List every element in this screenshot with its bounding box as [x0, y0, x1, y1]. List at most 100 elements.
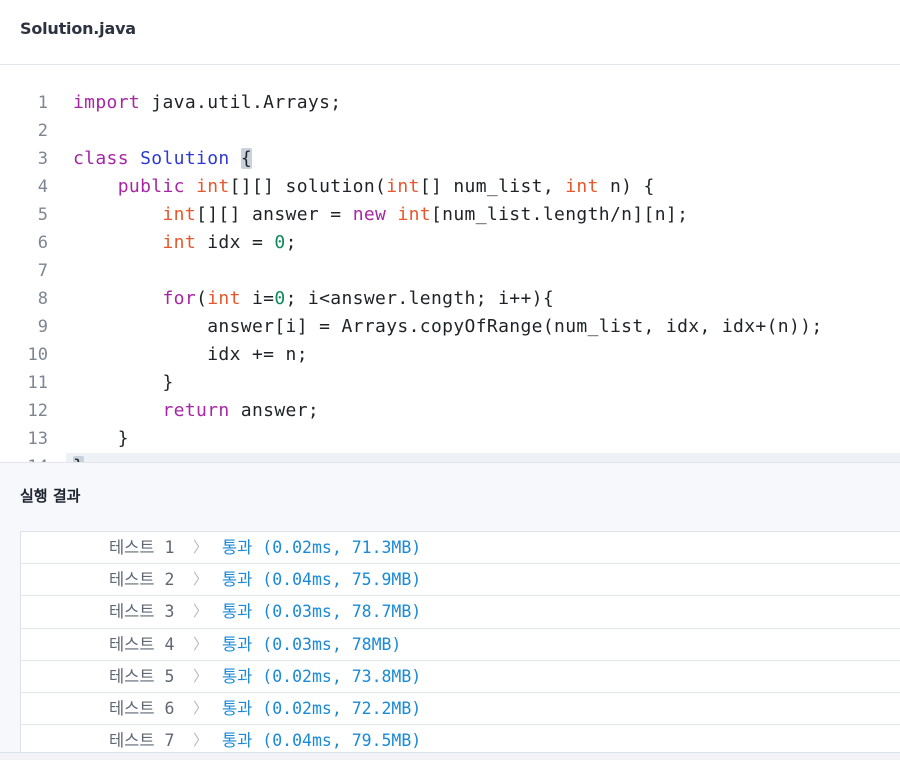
line-code[interactable]: class Solution { [73, 145, 252, 173]
chevron-right-icon: 〉 [193, 538, 209, 556]
line-code[interactable]: int idx = 0; [73, 229, 297, 257]
file-header: Solution.java [0, 0, 900, 65]
line-number: 4 [37, 177, 48, 197]
code-line[interactable]: 1 import java.util.Arrays; [0, 89, 900, 117]
code-token: [][] answer = [196, 204, 353, 225]
code-token: class [73, 148, 129, 169]
test-result-row: 테스트 4 〉 통과 (0.03ms, 78MB) [21, 629, 900, 661]
test-label: 테스트 2 [109, 570, 175, 590]
code-token: idx = [196, 232, 275, 253]
chevron-right-icon: 〉 [193, 698, 209, 717]
test-result-row: 테스트 6 〉 통과 (0.02ms, 72.2MB) [21, 693, 900, 726]
code-line[interactable]: 8 for(int i=0; i<answer.length; i++){ [0, 285, 900, 313]
code-token: [num_list.length/n][n]; [431, 204, 689, 225]
line-code[interactable]: return answer; [73, 397, 319, 425]
code-token: java.util.Arrays; [140, 92, 342, 113]
line-number: 9 [37, 317, 48, 337]
code-token: public [117, 176, 185, 197]
code-token: [] num_list, [419, 176, 566, 197]
line-code[interactable]: int[][] answer = new int[num_list.length… [73, 201, 688, 229]
line-number: 11 [27, 373, 48, 393]
code-line[interactable]: 7 [0, 257, 900, 285]
test-pass-result: 통과 (0.03ms, 78.7MB) [222, 602, 422, 622]
test-label: 테스트 5 [109, 666, 175, 686]
line-number: 3 [37, 149, 48, 169]
code-token: ; [285, 232, 297, 253]
line-code[interactable]: for(int i=0; i<answer.length; i++){ [73, 285, 554, 313]
test-pass-result: 통과 (0.02ms, 73.8MB) [222, 666, 422, 686]
code-line[interactable]: 11 } [0, 369, 900, 397]
result-panel: 실행 결과 테스트 1 〉 통과 (0.02ms, 71.3MB) 테스트 2 〉 통과 … [0, 462, 900, 760]
test-label: 테스트 1 [109, 538, 175, 557]
code-token: [][] solution( [229, 176, 387, 197]
code-token: new [352, 204, 387, 225]
line-number: 8 [37, 289, 48, 309]
code-token: int [565, 176, 599, 197]
code-token: answer[i] = Arrays.copyOfRange(num_list,… [73, 316, 823, 337]
line-number: 5 [37, 205, 48, 225]
code-token: Solution [140, 148, 230, 169]
code-line[interactable]: 5 int[][] answer = new int[num_list.leng… [0, 201, 900, 229]
code-token: 0 [274, 288, 286, 309]
line-code[interactable]: import java.util.Arrays; [73, 89, 342, 117]
test-result-row: 테스트 5 〉 통과 (0.02ms, 73.8MB) [21, 661, 900, 693]
test-result-row: 테스트 3 〉 통과 (0.03ms, 78.7MB) [21, 596, 900, 629]
line-code[interactable]: answer[i] = Arrays.copyOfRange(num_list,… [73, 313, 823, 341]
test-pass-result: 통과 (0.02ms, 71.3MB) [222, 538, 422, 557]
chevron-right-icon: 〉 [193, 666, 209, 685]
line-number: 10 [27, 345, 48, 365]
test-result-list: 테스트 1 〉 통과 (0.02ms, 71.3MB) 테스트 2 〉 통과 (0.04m… [20, 531, 900, 757]
code-token: 0 [274, 232, 286, 253]
code-line[interactable]: 10 idx += n; [0, 341, 900, 369]
code-token: n) { [598, 176, 655, 197]
code-line[interactable]: 2 [0, 117, 900, 145]
line-code[interactable]: } [73, 425, 129, 453]
code-token: int [397, 204, 431, 225]
code-token: int [386, 176, 420, 197]
code-token: for [162, 288, 197, 309]
code-line[interactable]: 13 } [0, 425, 900, 453]
code-token: int [162, 204, 197, 225]
test-pass-result: 통과 (0.04ms, 75.9MB) [222, 570, 422, 590]
test-result-row: 테스트 1 〉 통과 (0.02ms, 71.3MB) [21, 532, 900, 565]
chevron-right-icon: 〉 [193, 570, 209, 589]
code-token: idx += n; [73, 344, 308, 365]
test-pass-result: 통과 (0.03ms, 78MB) [222, 634, 402, 654]
file-name-tab[interactable]: Solution.java [20, 19, 136, 38]
code-line[interactable]: 4 public int[][] solution(int[] num_list… [0, 173, 900, 201]
test-label: 테스트 6 [109, 698, 175, 718]
matched-bracket: { [240, 148, 252, 169]
result-panel-title: 실행 결과 [20, 487, 81, 505]
code-token: i= [240, 288, 275, 309]
test-label: 테스트 3 [109, 602, 175, 622]
line-code[interactable]: public int[][] solution(int[] num_list, … [73, 173, 655, 201]
code-line[interactable]: 14} [0, 453, 900, 462]
line-number: 12 [27, 401, 48, 421]
test-result-row: 테스트 2 〉 통과 (0.04ms, 75.9MB) [21, 564, 900, 597]
line-code[interactable]: idx += n; [73, 341, 308, 369]
code-token: int [196, 176, 230, 197]
code-token: ; i<answer.length; i++){ [285, 288, 555, 309]
code-token: int [207, 288, 241, 309]
code-token: answer; [229, 400, 320, 421]
line-code[interactable]: } [73, 453, 85, 462]
line-number: 13 [27, 429, 48, 449]
code-editor[interactable]: 1 import java.util.Arrays; 2 3 class Solutio… [0, 66, 900, 462]
test-label: 테스트 4 [109, 634, 175, 654]
bottom-strip [0, 752, 900, 760]
chevron-right-icon: 〉 [193, 602, 209, 621]
code-line[interactable]: 9 answer[i] = Arrays.copyOfRange(num_lis… [0, 313, 900, 341]
code-lines[interactable]: 1 import java.util.Arrays; 2 3 class Solutio… [0, 89, 900, 462]
code-line[interactable]: 12 return answer; [0, 397, 900, 425]
code-line[interactable]: 3 class Solution { [0, 145, 900, 173]
code-line[interactable]: 6 int idx = 0; [0, 229, 900, 257]
code-token: return [162, 400, 230, 421]
line-code[interactable]: } [73, 369, 174, 397]
